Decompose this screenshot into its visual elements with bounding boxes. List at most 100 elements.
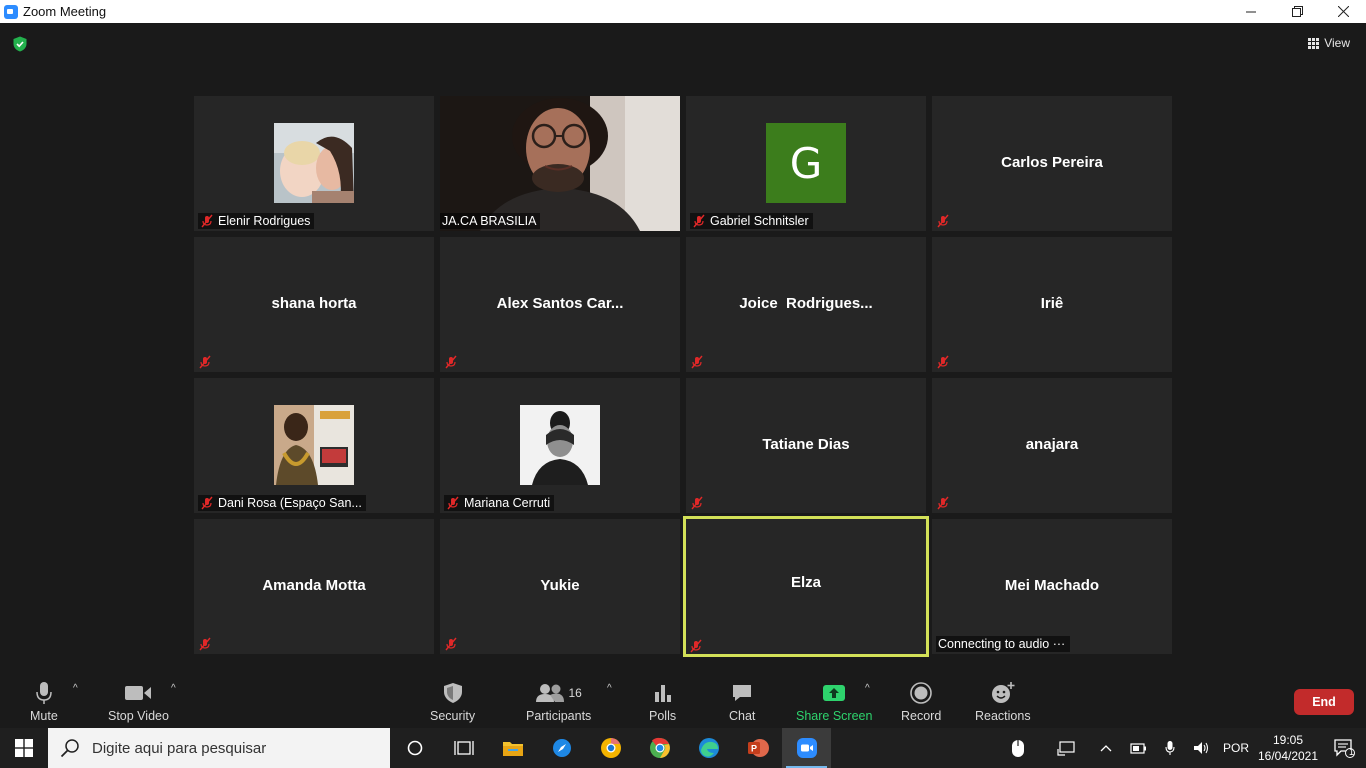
view-button[interactable]: View [1308, 36, 1350, 50]
participant-tile[interactable]: anajara [932, 378, 1172, 513]
muted-mic-icon [691, 496, 703, 510]
polls-label: Polls [649, 709, 677, 723]
microphone-tray[interactable] [1154, 728, 1186, 768]
participant-tile[interactable]: Joice Rodrigues... [686, 237, 926, 372]
safari-style-app[interactable] [537, 728, 586, 768]
compass-icon [552, 739, 571, 757]
chat-button[interactable]: Chat [729, 680, 755, 723]
participant-tile[interactable]: Tatiane Dias [686, 378, 926, 513]
taskbar-search-box[interactable]: Digite aqui para pesquisar [48, 728, 390, 768]
participant-tile[interactable]: Yukie [440, 519, 680, 654]
participant-tile[interactable]: G Gabriel Schnitsler [686, 96, 926, 231]
participant-tile[interactable]: Amanda Motta [194, 519, 434, 654]
input-language[interactable]: POR [1218, 728, 1254, 768]
close-button[interactable] [1320, 0, 1366, 23]
mute-label: Mute [30, 709, 58, 723]
muted-mic-icon [447, 496, 459, 510]
participants-button[interactable]: 16 Participants [526, 680, 591, 723]
participants-options-caret[interactable]: ^ [607, 683, 612, 694]
restore-icon [1291, 6, 1303, 17]
polls-button[interactable]: Polls [649, 680, 676, 723]
microphone-icon [1165, 741, 1175, 755]
muted-mic-icon [199, 637, 211, 651]
participant-name: anajara [1025, 436, 1079, 453]
restore-button[interactable] [1274, 0, 1320, 23]
show-hidden-icons[interactable] [1090, 728, 1122, 768]
chat-icon [733, 685, 752, 701]
participant-name: Iriê [1040, 295, 1064, 312]
more-options-icon[interactable]: ··· [1053, 637, 1066, 651]
edge-app[interactable] [684, 728, 733, 768]
participant-tile[interactable]: Mariana Cerruti [440, 378, 680, 513]
chevron-up-icon [1100, 745, 1112, 752]
participant-tile[interactable]: Mei Machado Connecting to audio ··· [932, 519, 1172, 654]
muted-mic-icon [691, 355, 703, 369]
muted-mic-icon [693, 214, 705, 228]
tile-footer [690, 354, 704, 370]
participant-tile[interactable]: Carlos Pereira [932, 96, 1172, 231]
tile-footer: Gabriel Schnitsler [690, 213, 813, 229]
security-label: Security [430, 709, 476, 723]
file-explorer-app[interactable] [488, 728, 537, 768]
record-icon [910, 682, 932, 704]
muted-mic-icon [937, 214, 949, 228]
task-view-button[interactable] [439, 728, 488, 768]
muted-mic-icon [445, 637, 457, 651]
participant-name: shana horta [271, 295, 357, 312]
profile-photo [520, 405, 600, 485]
display-tray[interactable] [1042, 728, 1090, 768]
search-placeholder: Digite aqui para pesquisar [92, 739, 267, 757]
participant-name: Tatiane Dias [762, 436, 850, 453]
participant-tile[interactable]: Iriê [932, 237, 1172, 372]
action-center-button[interactable]: 1 [1322, 728, 1366, 768]
title-bar: Zoom Meeting [0, 0, 1366, 23]
tile-footer: Connecting to audio ··· [936, 636, 1071, 652]
folder-icon [502, 742, 523, 756]
participant-name: Mei Machado [1004, 577, 1100, 594]
reactions-button[interactable]: Reactions [975, 680, 1031, 723]
microphone-icon [36, 682, 52, 704]
muted-mic-icon [445, 355, 457, 369]
participant-tile[interactable]: JA.CA BRASILIA [440, 96, 680, 231]
chrome-app[interactable] [635, 728, 684, 768]
profile-photo [274, 123, 354, 203]
shield-icon [443, 683, 462, 703]
end-meeting-button[interactable]: End [1294, 689, 1354, 715]
chrome-canary-app[interactable] [586, 728, 635, 768]
initial-avatar: G [766, 123, 846, 203]
record-button[interactable]: Record [901, 680, 941, 723]
profile-photo [274, 405, 354, 485]
encryption-shield-icon[interactable] [12, 36, 28, 52]
close-icon [1337, 6, 1349, 17]
tile-footer: Elenir Rodrigues [198, 213, 315, 229]
start-button[interactable] [0, 728, 48, 768]
audio-options-caret[interactable]: ^ [73, 683, 78, 694]
stop-video-button[interactable]: Stop Video [108, 680, 169, 723]
taskbar-clock[interactable]: 19:05 16/04/2021 [1254, 732, 1322, 764]
share-screen-button[interactable]: Share Screen [796, 680, 872, 723]
video-options-caret[interactable]: ^ [171, 683, 176, 694]
video-camera-icon [125, 686, 152, 700]
participant-tile[interactable]: shana horta [194, 237, 434, 372]
zoom-app-icon [4, 4, 18, 19]
zoom-taskbar-app[interactable] [782, 728, 831, 768]
meeting-area: View Elenir Rodrigues JA.CA BRASILIA G G… [0, 23, 1366, 673]
minimize-button[interactable] [1228, 0, 1274, 23]
cortana-button[interactable] [390, 728, 439, 768]
powerpoint-app[interactable]: P [733, 728, 782, 768]
security-button[interactable]: Security [430, 680, 475, 723]
volume-tray[interactable] [1186, 728, 1218, 768]
share-options-caret[interactable]: ^ [865, 683, 870, 694]
muted-mic-icon [937, 355, 949, 369]
participant-tile[interactable]: Dani Rosa (Espaço San... [194, 378, 434, 513]
mute-button[interactable]: Mute [30, 680, 58, 723]
participant-name: JA.CA BRASILIA [442, 214, 537, 228]
bluetooth-mouse-tray[interactable] [994, 728, 1042, 768]
participant-tile[interactable]: Elenir Rodrigues [194, 96, 434, 231]
gallery-grid-icon [1308, 37, 1320, 49]
participant-tile[interactable]: Alex Santos Car... [440, 237, 680, 372]
window-title: Zoom Meeting [23, 4, 107, 19]
tile-footer [936, 354, 950, 370]
active-speaker-tile[interactable]: Elza [683, 516, 929, 657]
battery-tray[interactable] [1122, 728, 1154, 768]
